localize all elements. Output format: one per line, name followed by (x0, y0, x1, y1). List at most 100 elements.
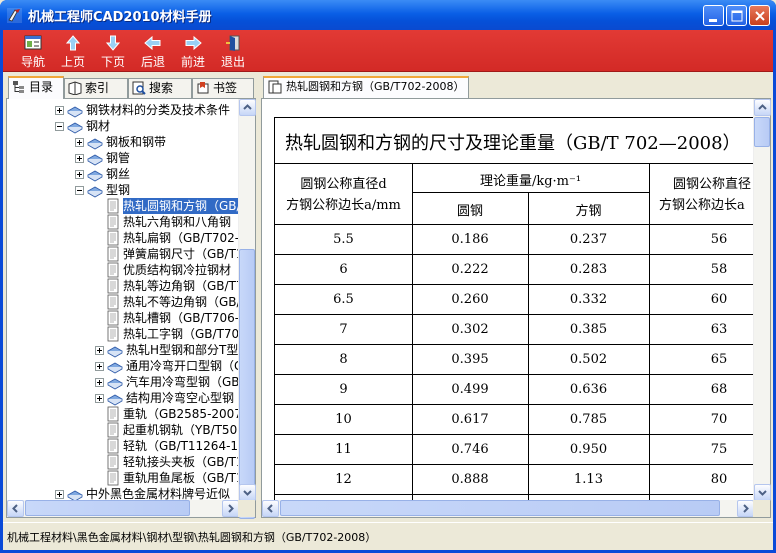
forward-button[interactable]: 前进 (175, 33, 211, 71)
scroll-up-button[interactable] (239, 99, 256, 116)
header-size2-line1: 圆钢公称直径 (673, 177, 752, 192)
navigate-button[interactable]: 导航 (15, 33, 51, 71)
expand-plus-icon[interactable] (75, 170, 84, 179)
tree-item[interactable]: 钢管 (7, 150, 239, 166)
tree-item[interactable]: 钢丝 (7, 166, 239, 182)
tree-item[interactable]: 热轧等边角钢（GB/T7 (7, 278, 239, 294)
exit-button[interactable]: 退出 (215, 33, 251, 71)
tree-item[interactable]: 型钢 (7, 182, 239, 198)
book-stack-icon (67, 122, 83, 134)
collapse-minus-icon[interactable] (75, 186, 84, 195)
tree-item[interactable]: 钢板和钢带 (7, 134, 239, 150)
doc-scroll-up-button[interactable] (754, 99, 771, 116)
window-title: 机械工程师CAD2010材料手册 (28, 10, 212, 25)
tree-item[interactable]: 热轧不等边角钢（GB/ (7, 294, 239, 310)
document-panel: 热轧圆钢和方钢（GB/T702-2008） 热轧圆钢和方钢的尺寸及理论重量（GB… (261, 76, 771, 518)
tree-item[interactable]: 重轨（GB2585-2007） (7, 406, 239, 422)
scroll-right-button[interactable] (222, 500, 239, 517)
toolbar: 导航 上页 下页 后退 前进 退出 (3, 30, 773, 72)
book-stack-icon (67, 490, 83, 501)
tree-hscroll-thumb[interactable] (25, 500, 190, 516)
table-cell-square: 0.283 (569, 262, 608, 277)
expand-plus-icon[interactable] (75, 138, 84, 147)
doc-scroll-thumb[interactable] (754, 117, 770, 147)
doc-scroll-right-button[interactable] (737, 500, 754, 517)
tree-item[interactable]: 中外黑色金属材料牌号近似 (7, 486, 239, 501)
tab-bookmarks[interactable]: 书签 (192, 78, 254, 98)
tree-item[interactable]: 汽车用冷弯型钢（GB/ (7, 374, 239, 390)
minimize-button[interactable] (703, 5, 724, 26)
maximize-button[interactable] (726, 5, 747, 26)
tree-item[interactable]: 热轧槽钢（GB/T706-2 (7, 310, 239, 326)
tree-item[interactable]: 热轧扁钢（GB/T702-2 (7, 230, 239, 246)
index-book-icon (68, 81, 82, 95)
tree-view[interactable]: 钢铁材料的分类及技术条件 钢材 钢板和钢带 钢管 钢丝 型钢 热轧圆钢和方钢（GB/热轧六角… (6, 98, 256, 519)
scroll-left-button[interactable] (7, 500, 24, 517)
panel-splitter[interactable] (256, 76, 260, 518)
doc-scroll-down-button[interactable] (754, 484, 771, 501)
expand-plus-icon[interactable] (75, 154, 84, 163)
table-cell-square: 1.13 (574, 472, 603, 487)
table-cell-round: 0.186 (451, 232, 489, 247)
expand-plus-icon[interactable] (95, 346, 104, 355)
expand-plus-icon[interactable] (55, 106, 64, 115)
expand-plus-icon[interactable] (95, 394, 104, 403)
tree-item[interactable]: 轻轨（GB/T11264-198 (7, 438, 239, 454)
tree-item[interactable]: 优质结构钢冷拉钢材 (7, 262, 239, 278)
doc-hscroll-thumb[interactable] (280, 500, 720, 516)
app-logo-icon (7, 8, 22, 23)
tree-item-label: 起重机钢轨（YB/T505 (123, 423, 239, 437)
previous-page-button[interactable]: 上页 (55, 33, 91, 71)
tab-contents[interactable]: 目录 (8, 76, 64, 99)
scroll-down-button[interactable] (239, 484, 256, 501)
tree-item[interactable]: 热轧工字钢（GB/T706 (7, 326, 239, 342)
close-icon (755, 11, 765, 21)
tree-scroll-thumb[interactable] (239, 249, 255, 519)
tree-item[interactable]: 轻轨接头夹板（GB/T1 (7, 454, 239, 470)
scroll-up-icon (243, 104, 252, 110)
tree-item[interactable]: 热轧H型钢和部分T型 (7, 342, 239, 358)
document-page-icon (107, 438, 119, 454)
tree-item-label: 重轨（GB2585-2007） (123, 407, 239, 421)
tree-item[interactable]: 钢材 (7, 118, 239, 134)
tree-vertical-scrollbar[interactable] (238, 99, 256, 519)
table-cell-size2: 58 (710, 262, 728, 277)
next-page-button[interactable]: 下页 (95, 33, 131, 71)
tree-item[interactable]: 钢铁材料的分类及技术条件 (7, 102, 239, 118)
tree-item-label: 钢管 (106, 151, 131, 165)
title-bar[interactable]: 机械工程师CAD2010材料手册 (0, 0, 776, 30)
tab-document[interactable]: 热轧圆钢和方钢（GB/T702-2008） (263, 76, 469, 98)
tab-index-label: 索引 (85, 81, 110, 95)
minimize-icon (709, 19, 717, 22)
tree-item[interactable]: 结构用冷弯空心型钢 (7, 390, 239, 406)
table-cell-size: 12 (335, 472, 352, 487)
tree-horizontal-scrollbar[interactable] (7, 500, 239, 517)
contents-tree: 钢铁材料的分类及技术条件 钢材 钢板和钢带 钢管 钢丝 型钢 热轧圆钢和方钢（GB/热轧六角… (7, 99, 239, 501)
tree-item[interactable]: 通用冷弯开口型钢（G (7, 358, 239, 374)
doc-scroll-left-button[interactable] (262, 500, 279, 517)
tree-item[interactable]: 弹簧扁钢尺寸（GB/T1 (7, 246, 239, 262)
document-view[interactable]: 热轧圆钢和方钢的尺寸及理论重量（GB/T 702—2008） 圆钢公称直径d 方… (261, 98, 771, 518)
close-button[interactable] (749, 5, 770, 26)
table-cell-round: 0.222 (451, 262, 489, 277)
tree-item[interactable]: 热轧六角钢和八角钢（G (7, 214, 239, 230)
tab-search[interactable]: 搜索 (128, 78, 192, 98)
table-cell-size: 5.5 (333, 232, 354, 247)
document-vertical-scrollbar[interactable] (753, 99, 771, 501)
tree-item-label: 热轧扁钢（GB/T702-2 (123, 231, 239, 245)
book-stack-icon (107, 378, 123, 390)
next-page-label: 下页 (100, 55, 125, 69)
expand-plus-icon[interactable] (55, 490, 64, 499)
tree-item[interactable]: 起重机钢轨（YB/T505 (7, 422, 239, 438)
back-button[interactable]: 后退 (135, 33, 171, 71)
expand-plus-icon[interactable] (95, 378, 104, 387)
document-page-icon (107, 294, 119, 310)
tab-index[interactable]: 索引 (64, 78, 128, 98)
tab-contents-label: 目录 (29, 80, 54, 94)
collapse-minus-icon[interactable] (55, 122, 64, 131)
document-page-icon (107, 230, 119, 246)
expand-plus-icon[interactable] (95, 362, 104, 371)
document-horizontal-scrollbar[interactable] (262, 500, 754, 517)
tree-item[interactable]: 热轧圆钢和方钢（GB/ (7, 198, 239, 214)
tree-item[interactable]: 重轨用鱼尾板（GB/T1 (7, 470, 239, 486)
